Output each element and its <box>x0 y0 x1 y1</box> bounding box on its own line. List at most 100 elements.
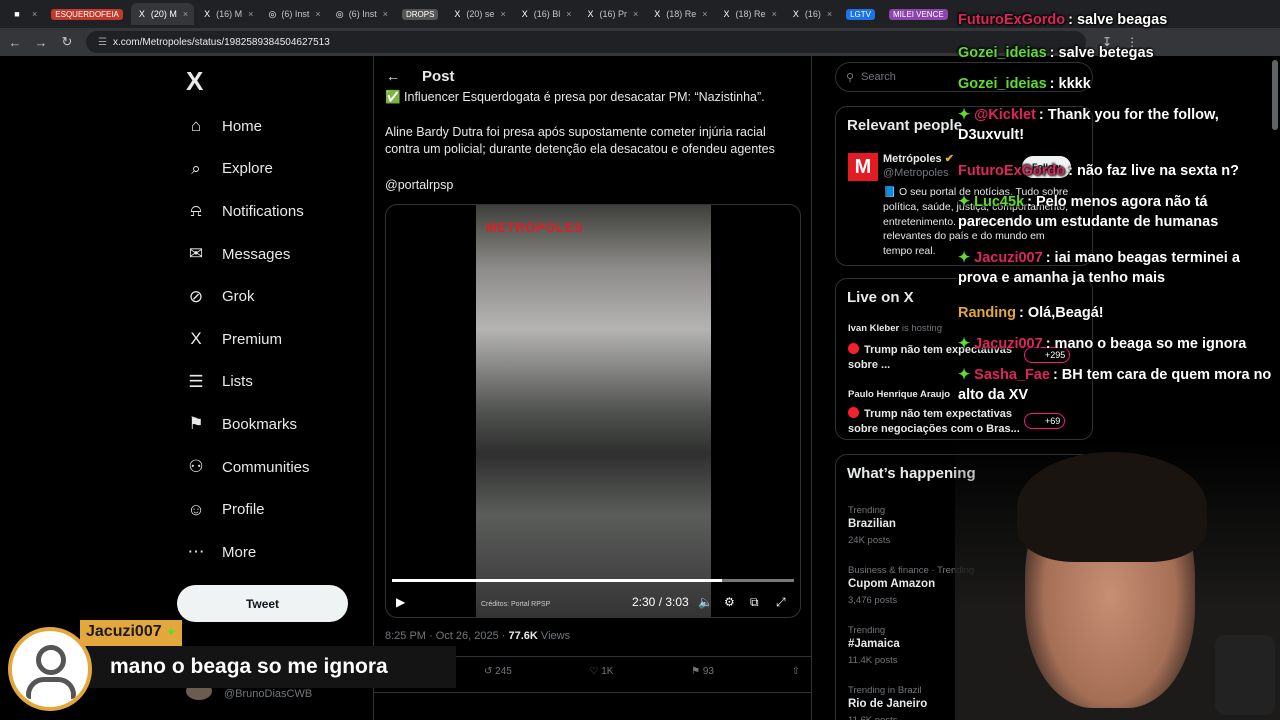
nav-item-label: Lists <box>222 373 253 391</box>
browser-tab[interactable]: ◎ (6) Inst × <box>261 3 326 25</box>
chat-username: Luc45k <box>974 194 1025 210</box>
post-meta: 8:25 PM · Oct 26, 2025 · 77.6K Views <box>385 630 570 642</box>
account-handle[interactable]: @Metropoles <box>883 167 949 179</box>
bookmark-icon: ⚑ <box>188 414 204 434</box>
tab-title: (16) M <box>216 9 243 19</box>
live-host[interactable]: Ivan Kleber is hosting <box>848 323 942 334</box>
trend-category: Trending <box>848 505 886 516</box>
home-icon: ⌂ <box>190 116 202 136</box>
reload-icon[interactable]: ↻ <box>60 34 74 50</box>
settings-gear-icon[interactable]: ⚙ <box>724 595 735 609</box>
bell-icon: ⍾ <box>190 201 202 221</box>
browser-tab[interactable]: X (18) Re × <box>716 3 783 25</box>
bookmark-button[interactable]: ⚑ 93 <box>691 666 714 677</box>
search-icon: ⌕ <box>191 158 201 178</box>
chat-message: ✦ Sasha_Fae: BH tem cara de quem mora no … <box>958 365 1280 405</box>
volume-icon[interactable]: 🔈 <box>698 595 713 609</box>
tab-group-label: ESQUERDOFEIA <box>51 8 123 20</box>
communities-icon: ⚇ <box>188 457 204 477</box>
post-actions: ↺ 245 ♡ 1K ⚑ 93 ⇧ <box>484 666 800 677</box>
chat-message: ✦ @Kicklet: Thank you for the follow, D3u… <box>958 105 1280 145</box>
pip-icon[interactable]: ⧉ <box>750 595 759 610</box>
play-icon[interactable]: ▶ <box>396 595 405 609</box>
live-host[interactable]: Paulo Henrique Araujo <box>848 389 950 400</box>
chat-alert-avatar <box>8 627 92 711</box>
tab-favicon-icon: X <box>138 9 145 19</box>
nav-item-home[interactable]: ⌂ Home <box>176 105 366 148</box>
back-arrow-icon[interactable]: ← <box>386 68 400 84</box>
browser-tab[interactable]: X (20) M × <box>130 3 195 25</box>
nav-item-communities[interactable]: ⚇ Communities <box>176 446 366 489</box>
share-button[interactable]: ⇧ <box>792 666 800 677</box>
tab-favicon-icon: X <box>654 9 661 19</box>
nav-item-more[interactable]: ⋯ More <box>176 531 366 574</box>
browser-tab[interactable]: MILEI VENCE <box>883 3 954 25</box>
nav-item-label: Premium <box>222 330 283 348</box>
tab-close-icon[interactable]: × <box>248 9 253 19</box>
x-premium-icon: X <box>190 329 202 349</box>
address-bar[interactable]: ☰ x.com/Metropoles/status/19825893845046… <box>86 31 1086 53</box>
back-arrow-icon[interactable]: ← <box>8 35 22 50</box>
browser-tab[interactable]: LGTV <box>840 3 881 25</box>
account-name[interactable]: Metrópoles ✔ <box>883 152 954 165</box>
tab-close-icon[interactable]: × <box>772 9 777 19</box>
video-player[interactable]: METRÓPOLES Créditos: Portal RPSP ▶ 2:30 … <box>385 204 801 618</box>
fullscreen-icon[interactable]: ⤢ <box>776 595 786 610</box>
nav-item-messages[interactable]: ✉ Messages <box>176 233 366 276</box>
browser-tab[interactable]: X (20) se × <box>446 3 511 25</box>
nav-item-label: Explore <box>222 160 273 178</box>
tab-close-icon[interactable]: × <box>633 9 638 19</box>
sub-badge-icon: ✦ <box>958 336 971 352</box>
x-logo-icon[interactable]: X <box>186 66 366 97</box>
browser-tab[interactable]: X (16) × <box>785 3 838 25</box>
account-handle[interactable]: @BrunoDiasCWB <box>224 688 312 700</box>
like-button[interactable]: ♡ 1K <box>589 666 613 677</box>
list-icon: ☰ <box>188 371 204 391</box>
nav-item-explore[interactable]: ⌕ Explore <box>176 148 366 191</box>
nav-item-label: Profile <box>222 501 265 519</box>
post-timestamp[interactable]: 8:25 PM · Oct 26, 2025 · <box>385 630 509 642</box>
tab-close-icon[interactable]: × <box>383 9 388 19</box>
chat-message: Gozei_ideias: kkkk <box>958 74 1280 94</box>
video-progress-bar[interactable] <box>392 579 794 582</box>
browser-tab[interactable]: X (16) Pr × <box>579 3 644 25</box>
metropoles-avatar[interactable]: M <box>848 153 878 181</box>
tab-close-icon[interactable]: × <box>183 9 188 19</box>
share-icon: ⇧ <box>791 666 800 677</box>
site-info-icon[interactable]: ☰ <box>98 37 107 48</box>
tweet-button[interactable]: Tweet <box>177 585 348 622</box>
nav-item-grok[interactable]: ⊘ Grok <box>176 275 366 318</box>
browser-tab[interactable]: X (16) Bl × <box>514 3 578 25</box>
nav-item-notifications[interactable]: ⍾ Notifications <box>176 190 366 233</box>
tab-close-icon[interactable]: × <box>500 9 505 19</box>
chat-username: Sasha_Fae <box>974 367 1050 383</box>
retweet-button[interactable]: ↺ 245 <box>484 666 512 677</box>
grok-icon: ⊘ <box>188 286 204 306</box>
tab-close-icon[interactable]: × <box>827 9 832 19</box>
tab-close-icon[interactable]: × <box>315 9 320 19</box>
browser-tab[interactable]: X (18) Re × <box>646 3 713 25</box>
search-placeholder: Search <box>861 71 896 83</box>
browser-tab[interactable]: ◎ (6) Inst × <box>329 3 394 25</box>
retweet-icon: ↺ <box>484 666 493 677</box>
nav-item-bookmarks[interactable]: ⚑ Bookmarks <box>176 403 366 446</box>
tab-close-icon[interactable]: × <box>702 9 707 19</box>
nav-item-label: Communities <box>222 458 310 476</box>
tab-close-icon[interactable]: × <box>32 9 37 19</box>
tab-favicon-icon: X <box>792 9 799 19</box>
nav-item-premium[interactable]: X Premium <box>176 318 366 361</box>
nav-item-lists[interactable]: ☰ Lists <box>176 361 366 404</box>
tab-close-icon[interactable]: × <box>566 9 571 19</box>
nav-item-profile[interactable]: ☺ Profile <box>176 488 366 531</box>
browser-tab[interactable]: X (16) M × <box>196 3 259 25</box>
browser-tab[interactable]: ■ × <box>6 3 43 25</box>
browser-tab[interactable]: ESQUERDOFEIA <box>45 3 129 25</box>
trend-post-count: 11.6K posts <box>848 715 897 720</box>
post-mention-link[interactable]: @portalrpsp <box>385 177 797 194</box>
browser-tab[interactable]: DROPS <box>396 3 444 25</box>
forward-arrow-icon[interactable]: → <box>34 35 48 50</box>
live-title[interactable]: Trump não tem expectativas sobre negocia… <box>848 407 1028 436</box>
live-dot-icon <box>848 407 859 418</box>
tab-title: (16) Bl <box>533 9 561 19</box>
tab-title: (6) Inst <box>281 9 310 19</box>
